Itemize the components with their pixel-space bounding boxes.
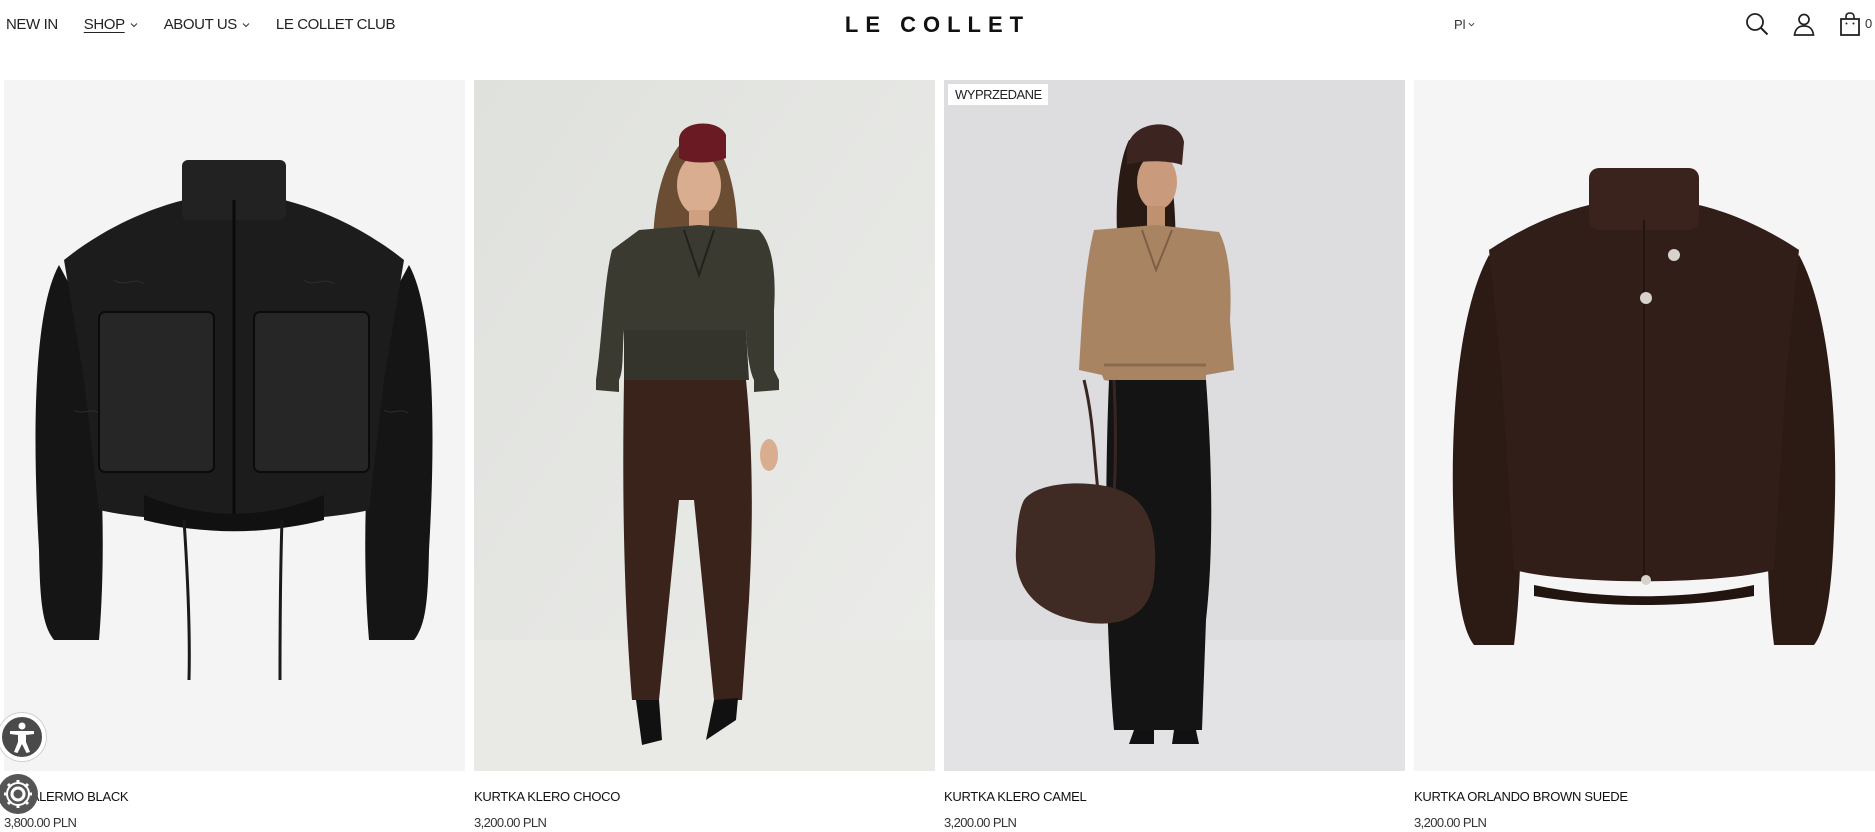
brand-logo[interactable]: LE COLLET <box>845 12 1030 37</box>
accessibility-button[interactable] <box>0 713 46 761</box>
nav-item-label: NEW IN <box>6 16 58 33</box>
settings-button[interactable] <box>0 774 38 814</box>
search-icon[interactable] <box>1744 11 1770 37</box>
chevron-down-icon <box>242 22 250 27</box>
nav-item-about-us[interactable]: ABOUT US <box>164 16 250 33</box>
chevron-down-icon <box>1468 22 1474 27</box>
site-header: NEW IN SHOP ABOUT US LE COLLET CLUB LE C… <box>0 0 1875 52</box>
user-icon[interactable] <box>1791 11 1817 37</box>
product-image[interactable] <box>474 80 935 771</box>
nav-item-new-in[interactable]: NEW IN <box>6 16 58 33</box>
main-nav: NEW IN SHOP ABOUT US LE COLLET CLUB <box>6 16 421 33</box>
language-label: Pl <box>1454 17 1466 32</box>
cart-count[interactable]: 0 <box>1865 16 1872 31</box>
product-price: 3,800.00 PLN <box>4 815 77 830</box>
accessibility-icon <box>10 722 34 753</box>
nav-item-label: LE COLLET CLUB <box>275 16 396 33</box>
sold-out-badge: WYPRZEDANE <box>948 84 1048 105</box>
product-image[interactable] <box>944 80 1405 771</box>
product-name[interactable]: KURTKA KLERO CAMEL <box>944 789 1087 804</box>
gear-icon <box>4 780 32 808</box>
product-name[interactable]: KURTKA ORLANDO BROWN SUEDE <box>1414 789 1628 804</box>
nav-item-label: SHOP <box>83 16 125 33</box>
product-image[interactable] <box>1414 80 1875 771</box>
nav-item-shop[interactable]: SHOP <box>84 16 138 33</box>
bag-icon[interactable] <box>1837 11 1863 37</box>
product-price: 3,200.00 PLN <box>944 815 1017 830</box>
nav-item-le-collet-club[interactable]: LE COLLET CLUB <box>275 16 396 33</box>
language-selector[interactable]: Pl <box>1454 17 1475 32</box>
product-price: 3,200.00 PLN <box>474 815 547 830</box>
nav-item-label: ABOUT US <box>163 16 238 33</box>
product-image[interactable] <box>4 80 465 771</box>
product-name[interactable]: KURTKA KLERO CHOCO <box>474 789 620 804</box>
chevron-down-icon <box>130 22 138 27</box>
product-price: 3,200.00 PLN <box>1414 815 1487 830</box>
